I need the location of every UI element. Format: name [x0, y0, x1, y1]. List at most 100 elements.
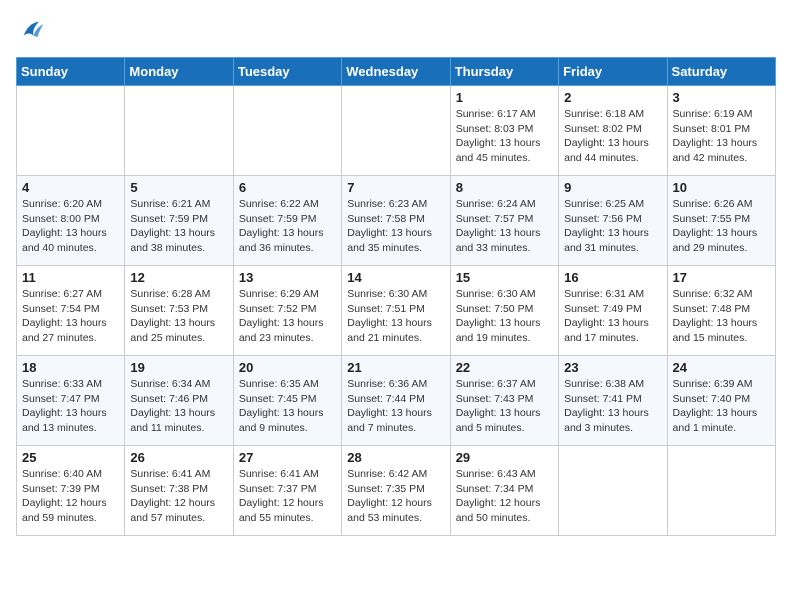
day-info: Sunrise: 6:20 AM Sunset: 8:00 PM Dayligh… — [22, 197, 119, 256]
calendar-cell: 22 Sunrise: 6:37 AM Sunset: 7:43 PM Dayli… — [450, 356, 558, 446]
day-info: Sunrise: 6:31 AM Sunset: 7:49 PM Dayligh… — [564, 287, 661, 346]
day-info: Sunrise: 6:17 AM Sunset: 8:03 PM Dayligh… — [456, 107, 553, 166]
calendar-cell: 28 Sunrise: 6:42 AM Sunset: 7:35 PM Dayli… — [342, 446, 450, 536]
day-number: 24 — [673, 360, 770, 375]
day-number: 20 — [239, 360, 336, 375]
day-info: Sunrise: 6:38 AM Sunset: 7:41 PM Dayligh… — [564, 377, 661, 436]
day-number: 12 — [130, 270, 227, 285]
calendar-week-row: 25 Sunrise: 6:40 AM Sunset: 7:39 PM Dayli… — [17, 446, 776, 536]
calendar-cell — [667, 446, 775, 536]
day-number: 29 — [456, 450, 553, 465]
calendar-cell: 26 Sunrise: 6:41 AM Sunset: 7:38 PM Dayli… — [125, 446, 233, 536]
calendar-cell: 10 Sunrise: 6:26 AM Sunset: 7:55 PM Dayli… — [667, 176, 775, 266]
day-number: 2 — [564, 90, 661, 105]
day-info: Sunrise: 6:36 AM Sunset: 7:44 PM Dayligh… — [347, 377, 444, 436]
day-info: Sunrise: 6:30 AM Sunset: 7:51 PM Dayligh… — [347, 287, 444, 346]
day-info: Sunrise: 6:40 AM Sunset: 7:39 PM Dayligh… — [22, 467, 119, 526]
calendar-cell: 21Sunrise: 6:36 AM Sunset: 7:44 PM Dayli… — [342, 356, 450, 446]
day-number: 18 — [22, 360, 119, 375]
calendar-cell — [559, 446, 667, 536]
column-header-sunday: Sunday — [17, 58, 125, 86]
day-info: Sunrise: 6:43 AM Sunset: 7:34 PM Dayligh… — [456, 467, 553, 526]
day-info: Sunrise: 6:26 AM Sunset: 7:55 PM Dayligh… — [673, 197, 770, 256]
calendar-cell: 20 Sunrise: 6:35 AM Sunset: 7:45 PM Dayli… — [233, 356, 341, 446]
calendar-cell: 17 Sunrise: 6:32 AM Sunset: 7:48 PM Dayli… — [667, 266, 775, 356]
day-info: Sunrise: 6:41 AM Sunset: 7:38 PM Dayligh… — [130, 467, 227, 526]
calendar-cell: 7 Sunrise: 6:23 AM Sunset: 7:58 PM Daylig… — [342, 176, 450, 266]
calendar-week-row: 1 Sunrise: 6:17 AM Sunset: 8:03 PM Daylig… — [17, 86, 776, 176]
calendar-week-row: 18 Sunrise: 6:33 AM Sunset: 7:47 PM Dayli… — [17, 356, 776, 446]
day-info: Sunrise: 6:35 AM Sunset: 7:45 PM Dayligh… — [239, 377, 336, 436]
day-info: Sunrise: 6:25 AM Sunset: 7:56 PM Dayligh… — [564, 197, 661, 256]
day-number: 25 — [22, 450, 119, 465]
day-info: Sunrise: 6:28 AM Sunset: 7:53 PM Dayligh… — [130, 287, 227, 346]
header — [16, 16, 776, 49]
column-header-friday: Friday — [559, 58, 667, 86]
day-number: 13 — [239, 270, 336, 285]
day-info: Sunrise: 6:41 AM Sunset: 7:37 PM Dayligh… — [239, 467, 336, 526]
day-info: Sunrise: 6:32 AM Sunset: 7:48 PM Dayligh… — [673, 287, 770, 346]
day-number: 8 — [456, 180, 553, 195]
day-number: 19 — [130, 360, 227, 375]
day-number: 1 — [456, 90, 553, 105]
day-info: Sunrise: 6:18 AM Sunset: 8:02 PM Dayligh… — [564, 107, 661, 166]
calendar-cell: 1 Sunrise: 6:17 AM Sunset: 8:03 PM Daylig… — [450, 86, 558, 176]
day-info: Sunrise: 6:39 AM Sunset: 7:40 PM Dayligh… — [673, 377, 770, 436]
calendar-cell: 8 Sunrise: 6:24 AM Sunset: 7:57 PM Daylig… — [450, 176, 558, 266]
calendar-cell: 11Sunrise: 6:27 AM Sunset: 7:54 PM Dayli… — [17, 266, 125, 356]
day-info: Sunrise: 6:23 AM Sunset: 7:58 PM Dayligh… — [347, 197, 444, 256]
day-number: 16 — [564, 270, 661, 285]
calendar-cell: 3 Sunrise: 6:19 AM Sunset: 8:01 PM Daylig… — [667, 86, 775, 176]
day-info: Sunrise: 6:21 AM Sunset: 7:59 PM Dayligh… — [130, 197, 227, 256]
day-info: Sunrise: 6:30 AM Sunset: 7:50 PM Dayligh… — [456, 287, 553, 346]
calendar-cell: 23 Sunrise: 6:38 AM Sunset: 7:41 PM Dayli… — [559, 356, 667, 446]
day-info: Sunrise: 6:19 AM Sunset: 8:01 PM Dayligh… — [673, 107, 770, 166]
calendar-cell — [233, 86, 341, 176]
calendar-cell: 5 Sunrise: 6:21 AM Sunset: 7:59 PM Daylig… — [125, 176, 233, 266]
calendar-cell: 16 Sunrise: 6:31 AM Sunset: 7:49 PM Dayli… — [559, 266, 667, 356]
day-number: 28 — [347, 450, 444, 465]
calendar-week-row: 11Sunrise: 6:27 AM Sunset: 7:54 PM Dayli… — [17, 266, 776, 356]
calendar-table: SundayMondayTuesdayWednesdayThursdayFrid… — [16, 57, 776, 536]
calendar-cell: 14 Sunrise: 6:30 AM Sunset: 7:51 PM Dayli… — [342, 266, 450, 356]
calendar-cell: 27 Sunrise: 6:41 AM Sunset: 7:37 PM Dayli… — [233, 446, 341, 536]
calendar-cell — [125, 86, 233, 176]
day-info: Sunrise: 6:33 AM Sunset: 7:47 PM Dayligh… — [22, 377, 119, 436]
calendar-cell: 24 Sunrise: 6:39 AM Sunset: 7:40 PM Dayli… — [667, 356, 775, 446]
logo-bird-icon — [18, 16, 46, 44]
column-header-wednesday: Wednesday — [342, 58, 450, 86]
column-header-monday: Monday — [125, 58, 233, 86]
day-info: Sunrise: 6:27 AM Sunset: 7:54 PM Dayligh… — [22, 287, 119, 346]
calendar-cell: 25 Sunrise: 6:40 AM Sunset: 7:39 PM Dayli… — [17, 446, 125, 536]
day-info: Sunrise: 6:37 AM Sunset: 7:43 PM Dayligh… — [456, 377, 553, 436]
day-info: Sunrise: 6:24 AM Sunset: 7:57 PM Dayligh… — [456, 197, 553, 256]
day-number: 9 — [564, 180, 661, 195]
calendar-cell — [17, 86, 125, 176]
calendar-cell: 12 Sunrise: 6:28 AM Sunset: 7:53 PM Dayli… — [125, 266, 233, 356]
calendar-cell — [342, 86, 450, 176]
day-number: 3 — [673, 90, 770, 105]
calendar-cell: 2 Sunrise: 6:18 AM Sunset: 8:02 PM Daylig… — [559, 86, 667, 176]
day-number: 10 — [673, 180, 770, 195]
day-number: 6 — [239, 180, 336, 195]
calendar-cell: 18 Sunrise: 6:33 AM Sunset: 7:47 PM Dayli… — [17, 356, 125, 446]
calendar-header-row: SundayMondayTuesdayWednesdayThursdayFrid… — [17, 58, 776, 86]
day-number: 22 — [456, 360, 553, 375]
column-header-tuesday: Tuesday — [233, 58, 341, 86]
day-number: 27 — [239, 450, 336, 465]
day-number: 7 — [347, 180, 444, 195]
day-number: 17 — [673, 270, 770, 285]
day-info: Sunrise: 6:34 AM Sunset: 7:46 PM Dayligh… — [130, 377, 227, 436]
calendar-week-row: 4Sunrise: 6:20 AM Sunset: 8:00 PM Daylig… — [17, 176, 776, 266]
column-header-thursday: Thursday — [450, 58, 558, 86]
day-info: Sunrise: 6:29 AM Sunset: 7:52 PM Dayligh… — [239, 287, 336, 346]
day-number: 26 — [130, 450, 227, 465]
day-info: Sunrise: 6:42 AM Sunset: 7:35 PM Dayligh… — [347, 467, 444, 526]
calendar-cell: 29 Sunrise: 6:43 AM Sunset: 7:34 PM Dayli… — [450, 446, 558, 536]
column-header-saturday: Saturday — [667, 58, 775, 86]
day-number: 23 — [564, 360, 661, 375]
day-number: 15 — [456, 270, 553, 285]
day-number: 5 — [130, 180, 227, 195]
day-number: 14 — [347, 270, 444, 285]
logo — [16, 16, 46, 49]
